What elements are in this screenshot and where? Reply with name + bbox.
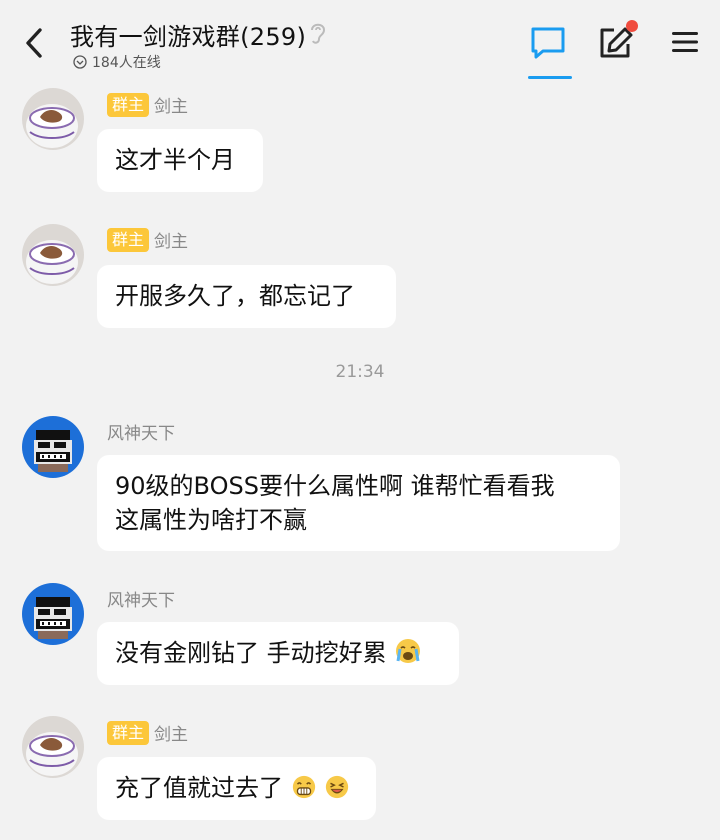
owner-badge: 群主 bbox=[107, 227, 150, 252]
avatar[interactable] bbox=[22, 583, 84, 645]
avatar[interactable] bbox=[22, 716, 84, 778]
message-bubble[interactable]: 充了值就过去了 bbox=[97, 757, 376, 820]
sender-meta: 风神天下 bbox=[107, 419, 175, 444]
message-text-line: 90级的BOSS要什么属性啊 谁帮忙看看我 bbox=[115, 472, 555, 500]
sender-name[interactable]: 剑主 bbox=[154, 720, 188, 745]
message-text: 开服多久了，都忘记了 bbox=[115, 282, 355, 310]
ear-icon bbox=[311, 23, 326, 44]
online-status: 184人在线 bbox=[73, 52, 161, 72]
sender-meta: 群主 剑主 bbox=[107, 720, 188, 745]
sender-name[interactable]: 剑主 bbox=[154, 227, 188, 252]
chat-header: 我有一剑游戏群(259) 184人在线 bbox=[0, 0, 720, 84]
online-count: 184人在线 bbox=[92, 55, 161, 71]
message-bubble[interactable]: 开服多久了，都忘记了 bbox=[97, 265, 396, 328]
laughing-emoji-icon bbox=[326, 775, 349, 799]
avatar[interactable] bbox=[22, 416, 84, 478]
owner-badge: 群主 bbox=[107, 92, 150, 117]
sender-name[interactable]: 风神天下 bbox=[107, 419, 175, 444]
menu-icon[interactable] bbox=[671, 30, 699, 54]
owner-badge: 群主 bbox=[107, 720, 150, 745]
avatar[interactable] bbox=[22, 88, 84, 150]
sender-meta: 群主 剑主 bbox=[107, 227, 188, 252]
crying-emoji-icon bbox=[396, 639, 421, 663]
avatar[interactable] bbox=[22, 224, 84, 286]
message-text: 没有金刚钻了 手动挖好累 bbox=[115, 639, 387, 667]
message-text-line: 这属性为啥打不赢 bbox=[115, 506, 307, 534]
active-tab-indicator bbox=[528, 76, 572, 79]
message-text: 充了值就过去了 bbox=[115, 774, 283, 802]
notification-dot bbox=[626, 20, 638, 32]
sender-meta: 群主 剑主 bbox=[107, 92, 188, 117]
timestamp: 21:34 bbox=[335, 362, 385, 382]
message-text: 这才半个月 bbox=[115, 146, 235, 174]
message-bubble[interactable]: 没有金刚钻了 手动挖好累 bbox=[97, 622, 459, 685]
sender-name[interactable]: 风神天下 bbox=[107, 586, 175, 611]
sender-meta: 风神天下 bbox=[107, 586, 175, 611]
message-bubble[interactable]: 90级的BOSS要什么属性啊 谁帮忙看看我 这属性为啥打不赢 bbox=[97, 455, 620, 551]
grinning-emoji-icon bbox=[292, 775, 315, 799]
online-check-icon bbox=[73, 55, 87, 69]
back-arrow-icon[interactable] bbox=[20, 26, 50, 60]
group-title[interactable]: 我有一剑游戏群(259) bbox=[70, 17, 306, 52]
chat-bubble-icon[interactable] bbox=[530, 26, 566, 60]
sender-name[interactable]: 剑主 bbox=[154, 92, 188, 117]
message-bubble[interactable]: 这才半个月 bbox=[97, 129, 263, 192]
